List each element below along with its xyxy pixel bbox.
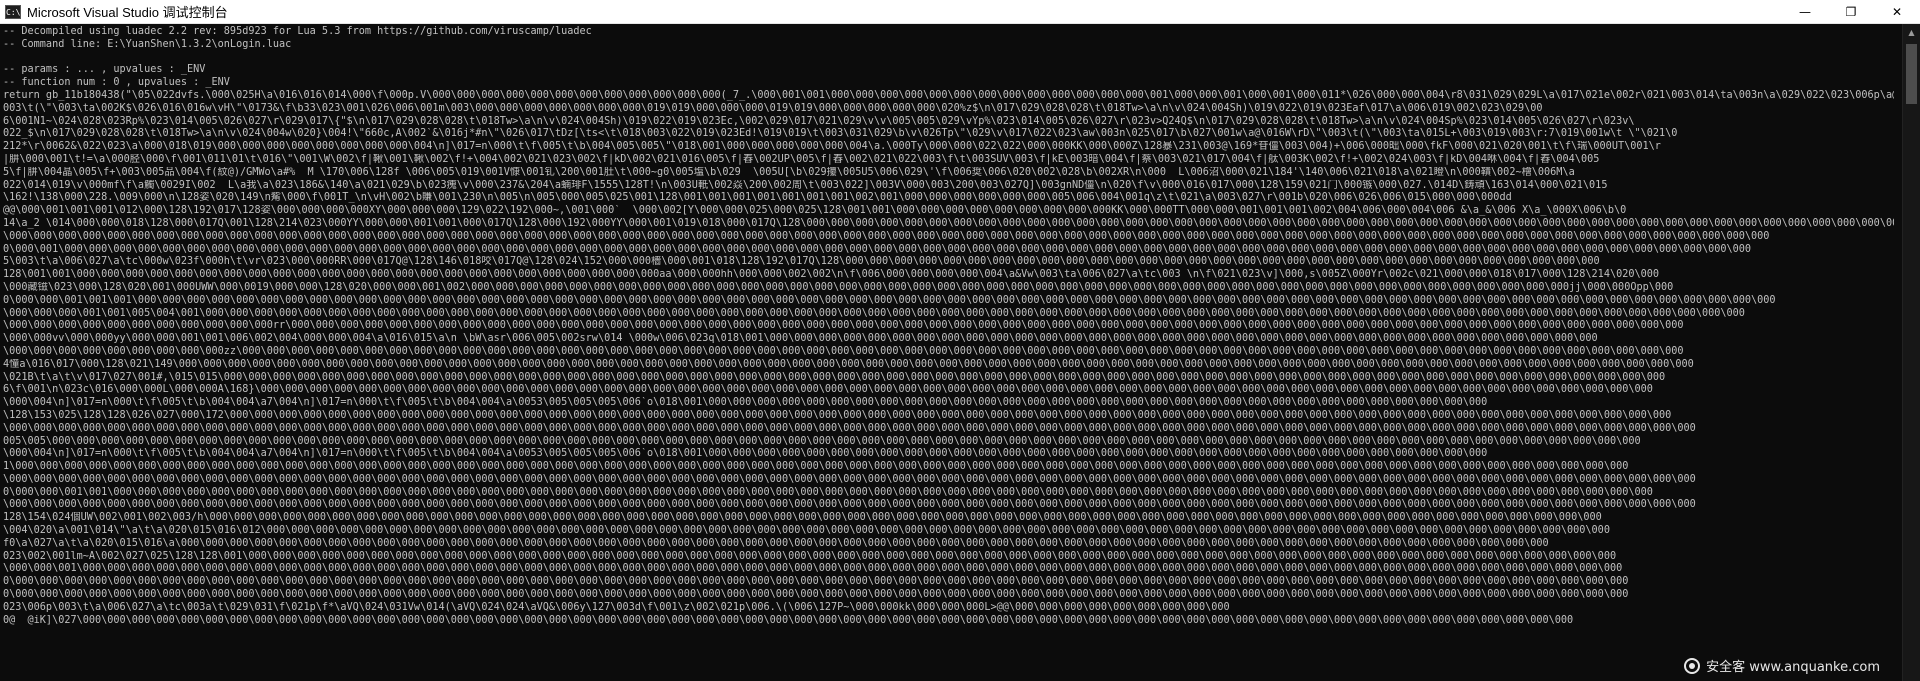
watermark-logo-icon	[1684, 657, 1701, 674]
console-output[interactable]: -- Decompiled using luadec 2.2 rev: 895d…	[0, 24, 1920, 681]
console-line: \000\000vv\000\000yy\000\000\001\001\006…	[3, 333, 1598, 345]
console-window: C:\ Microsoft Visual Studio 调试控制台 — ❐ ✕ …	[0, 0, 1920, 681]
console-line: 0\000\000\000\000\000\000\000\000\000\00…	[3, 589, 1629, 601]
console-app-icon: C:\	[5, 4, 21, 19]
console-line: \000\004\n]\017=n\000\t\f\005\t\b\004\00…	[3, 448, 1488, 460]
window-title: Microsoft Visual Studio 调试控制台	[27, 5, 228, 20]
console-line: |肼\000\001\t!=\a\000胫\000\f\001\011\01\t…	[3, 153, 1600, 165]
console-text: -- Decompiled using luadec 2.2 rev: 895d…	[3, 26, 1894, 627]
console-line: -- function num : 0 , upvalues : _ENV	[3, 77, 230, 89]
console-line: 4憧a\016\017\000\128\021\149\000\000\000\…	[3, 358, 1694, 370]
console-line: 5\f|肼\004晶\005\f+\003\005品\004\f(紋@)/GMW…	[3, 166, 1575, 178]
console-line: 022\014\019\v\000mf\f\a觸\0029I\002 L\a我\…	[3, 179, 1608, 191]
minimize-button[interactable]: —	[1782, 0, 1828, 24]
scroll-up-arrow-icon[interactable]: ▲	[1903, 24, 1920, 41]
console-line: \000\000\000\000\000\000\000\000\000\000…	[3, 499, 1696, 511]
console-line: \000\000\001\000\000\000\000\000\000\000…	[3, 563, 1623, 575]
console-line: 022_$\n\017\029\028\028\t\018Tw>\a\n\v\0…	[3, 128, 1678, 140]
console-line: 005\005\000\000\000\000\000\000\000\000\…	[3, 435, 1641, 447]
console-line: \000\000\000\000\000\000\000\000\000\000…	[3, 473, 1696, 485]
close-button[interactable]: ✕	[1874, 0, 1920, 24]
console-line: @@\000\001\001\001\012\000\128\192\017\1…	[3, 205, 1627, 217]
console-line: return gb_11b180438("\05\022dvfs.\000\02…	[3, 89, 1894, 101]
console-line: \000\000\000\000\000\000\000\000\000zz\0…	[3, 345, 1684, 357]
console-line: \000\000\000\001\001\005\004\001\000\000…	[3, 307, 1745, 319]
console-line: \128\153\025\128\128\026\027\000\172\000…	[3, 409, 1672, 421]
console-line: 128\001\001\000\000\000\000\000\000\000\…	[3, 269, 1660, 281]
maximize-button[interactable]: ❐	[1828, 0, 1874, 24]
console-line: \162!\138\000\228.\009\000\n\128姿\020\14…	[3, 192, 1512, 204]
console-line: 6\001N1~\024\028\023Rp%\023\014\005\026\…	[3, 115, 1635, 127]
console-line: 128\154\024個UW\002\001\002\003/h\000\000…	[3, 512, 1602, 524]
console-line: \000\000\000\000\000\000\000\000\000\000…	[3, 230, 1770, 242]
console-line: 003\t(\"\003\ta\002K$\026\016\016w\vH\"\…	[3, 102, 1543, 114]
scroll-thumb[interactable]	[1906, 44, 1917, 104]
console-line: 0\000\000\001\001\001\000\000\000\000\00…	[3, 294, 1776, 306]
console-line: \000\004\n]\017=n\000\t\f\005\t\b\004\00…	[3, 397, 1488, 409]
console-line: 14\a_2 \014\000\000\018\128\000\017Q\001…	[3, 217, 1894, 229]
console-line: 5\003\t\a\006\027\a\tc\000w\023f\000h\t\…	[3, 256, 1600, 268]
vertical-scrollbar[interactable]: ▲	[1902, 24, 1920, 681]
console-line: \004\020\a\001\014\"\a\t\a\020\015\016\0…	[3, 525, 1610, 537]
console-line: 023\002\001lm~A\002\027\025\128\128\001\…	[3, 550, 1617, 562]
site-watermark: 安全客 www.anquanke.com	[1684, 656, 1880, 675]
console-line: -- params : ... , upvalues : _ENV	[3, 64, 206, 76]
watermark-text: 安全客 www.anquanke.com	[1706, 660, 1880, 675]
console-line: 6\f\001\n\023c\016\000\000L\000\000A\168…	[3, 384, 1653, 396]
console-line: \000\000\000\000\000\000\000\000\000\000…	[3, 422, 1696, 434]
console-line: \021B\t\a\t\v\017\027\001#,\015\015\000\…	[3, 371, 1666, 383]
console-line: \000\000\000\000\000\000\000\000\000\000…	[3, 320, 1684, 332]
console-line: -- Command line: E:\YuanShen\1.3.2\onLog…	[3, 38, 292, 50]
console-line: 0\000\000\001\001\000\000\000\000\000\00…	[3, 486, 1653, 498]
console-line: -- Decompiled using luadec 2.2 rev: 895d…	[3, 26, 592, 37]
window-controls: — ❐ ✕	[1782, 0, 1920, 24]
console-line: 023\006p\003\t\a\006\027\a\tc\003a\t\029…	[3, 601, 1230, 613]
console-line: 0@ @iK]\027\000\000\000\000\000\000\000\…	[3, 614, 1574, 626]
console-line: 0\000\000\000\000\000\000\000\000\000\00…	[3, 576, 1629, 588]
console-line: \000藏镃\023\000\128\020\001\000UWW\000\00…	[3, 281, 1674, 293]
console-line: 1\000\000\000\000\000\000\000\000\000\00…	[3, 461, 1629, 473]
title-bar[interactable]: C:\ Microsoft Visual Studio 调试控制台 — ❐ ✕	[0, 0, 1920, 24]
console-line: 212*\r\0062&\022\023\a\000\018\019\000\0…	[3, 141, 1661, 153]
console-line: 0\000\001\000\000\000\000\000\000\000\00…	[3, 243, 1752, 255]
console-line: f0\a\027\a\t\a\020\015\016\a\000\000\000…	[3, 537, 1549, 549]
